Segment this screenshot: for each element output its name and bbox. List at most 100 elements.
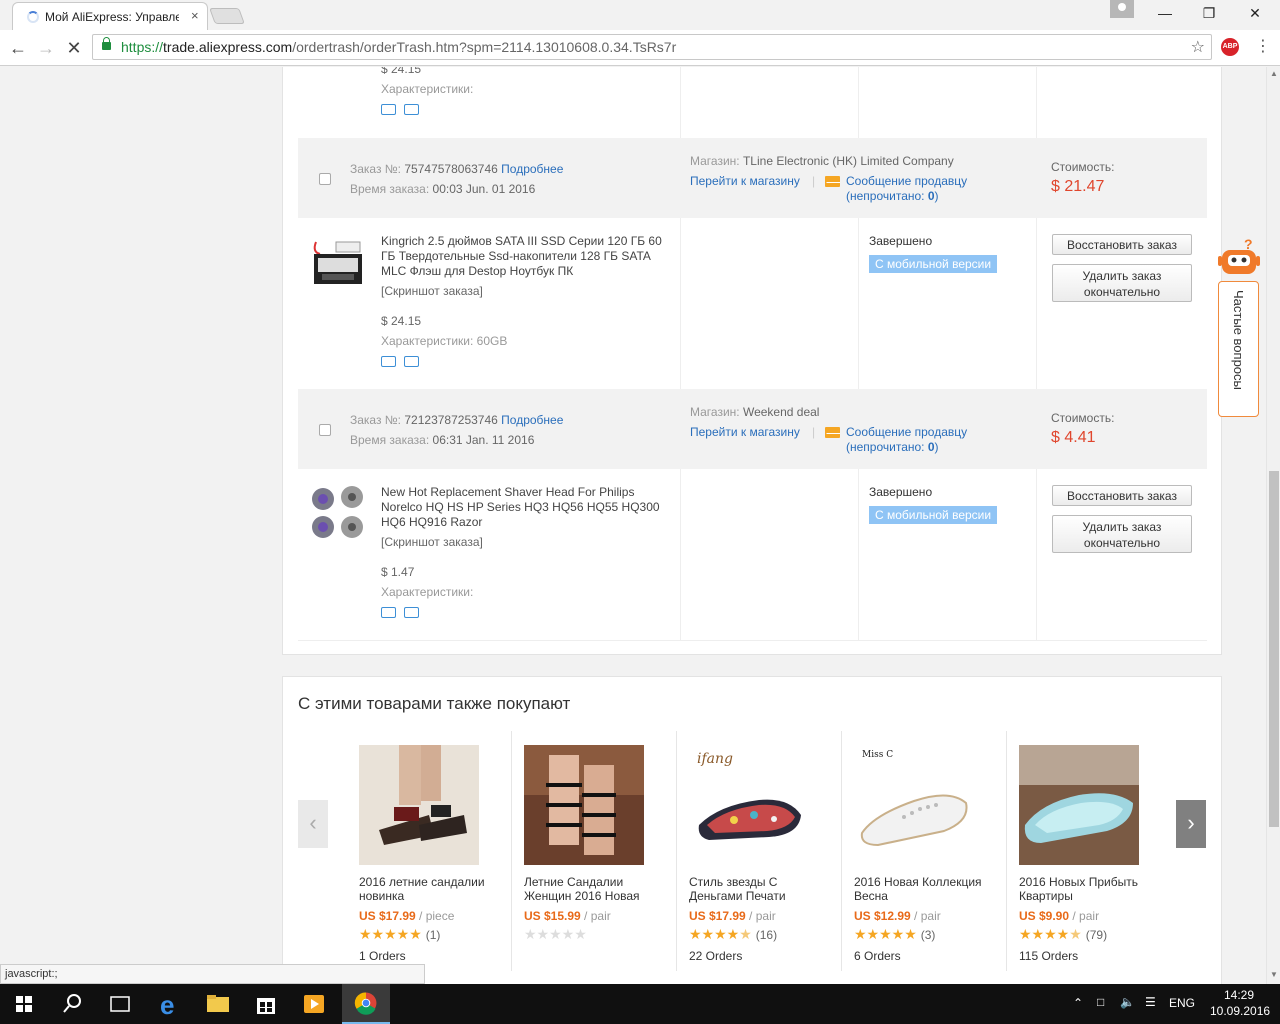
delivery-icon[interactable]: [381, 104, 396, 115]
maximize-icon[interactable]: ❐: [1189, 3, 1229, 23]
delete-order-button[interactable]: Удалить заказ окончательно: [1052, 264, 1192, 302]
new-tab-button[interactable]: [209, 8, 245, 24]
item-title-link[interactable]: New Hot Replacement Shaver Head For Phil…: [381, 485, 671, 530]
reco-card[interactable]: 2016 Новых Прибыть Квартиры US $9.90 / p…: [1008, 731, 1172, 971]
restore-order-button[interactable]: Восстановить заказ: [1052, 485, 1192, 506]
item-title-link[interactable]: Kingrich 2.5 дюймов SATA III SSD Серии 1…: [381, 234, 671, 279]
clock-time[interactable]: 14:29: [1224, 988, 1254, 1002]
loading-spinner-icon: [27, 11, 39, 23]
profile-icon[interactable]: [1110, 0, 1134, 18]
robot-helper-icon[interactable]: ?: [1218, 238, 1260, 278]
carousel-prev-button[interactable]: ‹: [298, 800, 328, 848]
browser-tab[interactable]: Мой AliExpress: Управле ×: [12, 2, 208, 30]
shoe-product-image[interactable]: [1019, 745, 1139, 865]
page-scrollbar[interactable]: ▲ ▼: [1266, 67, 1280, 984]
edge-browser-icon[interactable]: e: [146, 984, 194, 1024]
volume-icon[interactable]: 🔈: [1120, 995, 1135, 1009]
order-time: Время заказа: 06:31 Jan. 11 2016: [350, 433, 535, 447]
reco-name[interactable]: 2016 летние сандалии новинка: [359, 875, 499, 903]
order-status: Завершено: [869, 485, 933, 499]
order-checkbox[interactable]: [319, 424, 331, 436]
notifications-icon[interactable]: ☰: [1145, 995, 1156, 1009]
message-seller-link[interactable]: Сообщение продавцу (непрочитано: 0): [846, 174, 967, 204]
order-details-link[interactable]: Подробнее: [501, 413, 563, 427]
clock-date[interactable]: 10.09.2016: [1210, 1004, 1270, 1018]
scroll-thumb[interactable]: [1269, 471, 1279, 827]
sandal-product-image[interactable]: [524, 745, 644, 865]
item-attributes: Характеристики: 60GB: [381, 334, 508, 348]
network-icon[interactable]: □: [1097, 995, 1104, 1009]
order-number: Заказ №: 72123787253746 Подробнее: [350, 413, 564, 427]
dispute-icon[interactable]: [404, 607, 419, 618]
delivery-icon[interactable]: [381, 356, 396, 367]
tray-expand-icon[interactable]: ⌃: [1073, 996, 1083, 1010]
task-view-icon[interactable]: [96, 984, 144, 1024]
language-indicator[interactable]: ENG: [1169, 996, 1195, 1010]
go-to-store-link[interactable]: Перейти к магазину: [690, 425, 800, 439]
browser-menu-icon[interactable]: ⋮: [1255, 36, 1271, 56]
windows-start-icon[interactable]: [0, 984, 48, 1024]
scroll-up-icon[interactable]: ▲: [1270, 69, 1278, 78]
store-icon[interactable]: [242, 984, 290, 1024]
shaver-head-product-image[interactable]: [308, 483, 368, 543]
reco-price: US $17.99 / pair: [689, 909, 776, 923]
order-time: Время заказа: 00:03 Jun. 01 2016: [350, 182, 536, 196]
search-icon[interactable]: [48, 984, 96, 1024]
forward-arrow-icon[interactable]: →: [34, 36, 58, 60]
message-seller-link[interactable]: Сообщение продавцу (непрочитано: 0): [846, 425, 967, 455]
store-name: Магазин: TLine Electronic (HK) Limited C…: [690, 154, 954, 168]
reco-card[interactable]: ifang Стиль звезды С Деньгами Печати US …: [678, 731, 842, 971]
faq-label: Частые вопросы: [1231, 290, 1246, 390]
delivery-icon[interactable]: [381, 607, 396, 618]
adblock-icon[interactable]: ABP: [1221, 38, 1239, 56]
reco-name[interactable]: Летние Сандалии Женщин 2016 Новая: [524, 875, 664, 903]
chrome-icon[interactable]: [342, 984, 390, 1024]
envelope-icon: [825, 427, 840, 438]
go-to-store-link[interactable]: Перейти к магазину: [690, 174, 800, 188]
item-row: $ 24.15 Характеристики:: [298, 67, 1207, 138]
sandal-product-image[interactable]: [359, 745, 479, 865]
ssd-product-image[interactable]: [308, 232, 368, 292]
address-bar[interactable]: https://trade.aliexpress.com/ordertrash/…: [92, 34, 1212, 60]
reco-card[interactable]: Летние Сандалии Женщин 2016 Новая US $15…: [513, 731, 677, 971]
minimize-icon[interactable]: —: [1145, 3, 1185, 23]
reco-name[interactable]: 2016 Новая Коллекция Весна: [854, 875, 994, 903]
recommendations-title: С этими товарами также покупают: [298, 694, 571, 713]
scroll-down-icon[interactable]: ▼: [1270, 970, 1278, 979]
reco-orders: 115 Orders: [1019, 949, 1079, 963]
dispute-icon[interactable]: [404, 104, 419, 115]
item-attributes: Характеристики:: [381, 82, 474, 96]
order-screenshot-link[interactable]: [Скриншот заказа]: [381, 284, 483, 298]
item-icons: [381, 104, 441, 118]
lock-icon: [102, 37, 111, 50]
media-player-icon[interactable]: [290, 984, 338, 1024]
stop-loading-icon[interactable]: ✕: [62, 36, 86, 60]
reco-name[interactable]: Стиль звезды С Деньгами Печати: [689, 875, 829, 903]
dispute-icon[interactable]: [404, 356, 419, 367]
page-viewport: $ 24.15 Характеристики: Заказ №: 7574757…: [0, 67, 1266, 984]
tab-close-icon[interactable]: ×: [191, 8, 199, 23]
window-close-icon[interactable]: ✕: [1235, 3, 1275, 23]
order-cost: $ 4.41: [1051, 429, 1096, 446]
brand-logo: Miss C: [862, 750, 893, 760]
url-text: https://trade.aliexpress.com/ordertrash/…: [121, 39, 677, 55]
store-name: Магазин: Weekend deal: [690, 405, 820, 419]
item-price: $ 1.47: [381, 565, 415, 579]
back-arrow-icon[interactable]: ←: [6, 36, 30, 60]
bookmark-star-icon[interactable]: ☆: [1191, 37, 1205, 57]
brand-logo: ifang: [697, 751, 733, 767]
restore-order-button[interactable]: Восстановить заказ: [1052, 234, 1192, 255]
carousel-next-button[interactable]: ›: [1176, 800, 1206, 848]
file-explorer-icon[interactable]: [194, 984, 242, 1024]
shoe-product-image[interactable]: Miss C: [854, 745, 974, 865]
order-checkbox[interactable]: [319, 173, 331, 185]
reco-card[interactable]: Miss C 2016 Новая Коллекция Весна US $12…: [843, 731, 1007, 971]
delete-order-button[interactable]: Удалить заказ окончательно: [1052, 515, 1192, 553]
reco-name[interactable]: 2016 Новых Прибыть Квартиры: [1019, 875, 1159, 903]
reco-card[interactable]: 2016 летние сандалии новинка US $17.99 /…: [348, 731, 512, 971]
order-screenshot-link[interactable]: [Скриншот заказа]: [381, 535, 483, 549]
reco-price: US $15.99 / pair: [524, 909, 611, 923]
shoe-product-image[interactable]: ifang: [689, 745, 809, 865]
faq-tab[interactable]: Частые вопросы: [1218, 281, 1259, 417]
order-details-link[interactable]: Подробнее: [501, 162, 563, 176]
